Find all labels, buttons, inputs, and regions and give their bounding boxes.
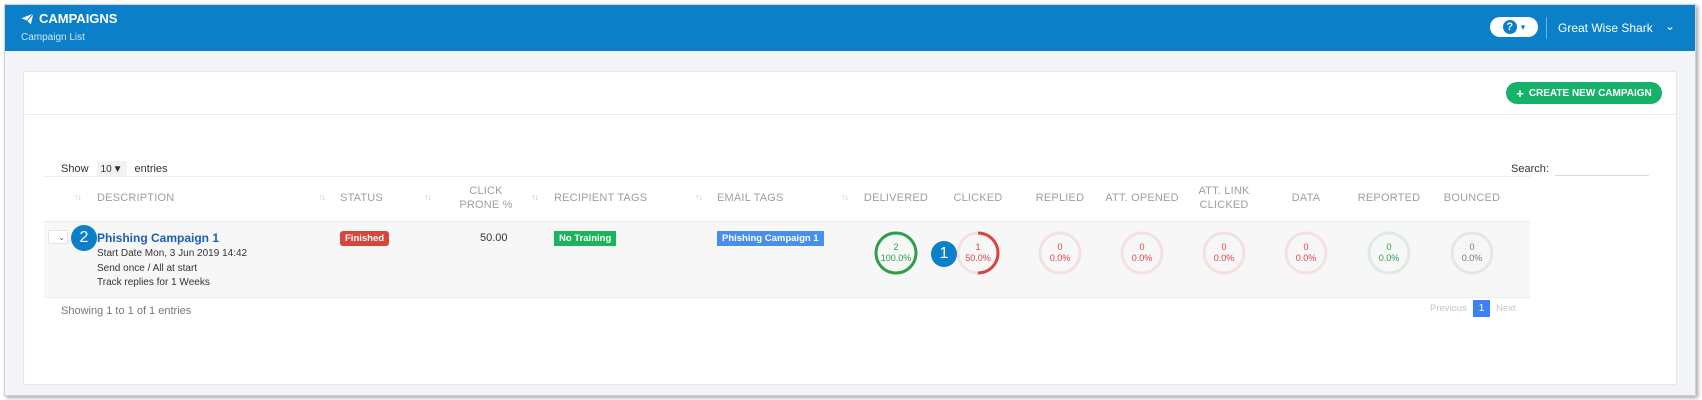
page-1-button[interactable]: 1 — [1472, 300, 1490, 317]
bounced-count: 0 — [1469, 242, 1475, 252]
bounced-percent: 0.0% — [1461, 253, 1483, 263]
search-label: Search: — [1511, 162, 1549, 175]
col-att-opened[interactable]: ATT. OPENED — [1102, 176, 1182, 220]
reported-ring: 0 0.0% — [1367, 231, 1411, 275]
delivered-percent: 100.0% — [880, 253, 912, 263]
create-campaign-label: CREATE NEW CAMPAIGN — [1528, 87, 1652, 99]
att-link-clicked-ring-label: 0 0.0% — [1202, 231, 1246, 275]
delivered-ring-label: 2 100.0% — [874, 231, 918, 275]
col-reported[interactable]: REPORTED — [1349, 176, 1429, 220]
page-title-row: CAMPAIGNS — [21, 11, 117, 26]
sort-icon[interactable]: ↑↓ — [74, 192, 82, 202]
replied-ring: 0 0.0% — [1038, 231, 1082, 275]
chevron-down-icon: ▾ — [1520, 21, 1526, 32]
sort-icon[interactable]: ↑↓ — [695, 192, 703, 202]
recipient-tag: No Training — [554, 231, 617, 246]
page-title: CAMPAIGNS — [39, 11, 118, 26]
header-divider — [1546, 17, 1547, 39]
reported-ring-label: 0 0.0% — [1367, 231, 1411, 275]
pagination: Previous 1 Next — [1430, 300, 1516, 317]
table-info: Showing 1 to 1 of 1 entries — [61, 305, 192, 317]
col-status[interactable]: STATUS — [340, 176, 383, 220]
entries-select[interactable]: 10 ▼ — [96, 161, 127, 177]
campaign-send-mode: Send once / All at start — [97, 263, 198, 274]
sort-icon[interactable]: ↑↓ — [531, 192, 539, 202]
user-menu[interactable]: Great Wise Shark — [1558, 21, 1653, 35]
select-caret-icon: ▼ — [112, 163, 123, 175]
top-bar: CAMPAIGNS Campaign List ? ▾ Great Wise S… — [5, 5, 1695, 51]
att-opened-ring-label: 0 0.0% — [1120, 231, 1164, 275]
campaign-tracking: Track replies for 1 Weeks — [97, 277, 210, 288]
col-click-prone[interactable]: CLICK PRONE % — [449, 176, 523, 220]
row-expand-toggle[interactable]: ⌄ — [48, 230, 68, 244]
col-data[interactable]: DATA — [1271, 176, 1341, 220]
col-clicked[interactable]: CLICKED — [943, 176, 1013, 220]
att-opened-percent: 0.0% — [1131, 253, 1153, 263]
campaign-name-link[interactable]: Phishing Campaign 1 — [97, 231, 219, 245]
clicked-count: 1 — [975, 242, 981, 252]
col-recipient-tags[interactable]: RECIPIENT TAGS — [554, 176, 647, 220]
data-percent: 0.0% — [1295, 253, 1317, 263]
previous-page-button[interactable]: Previous — [1430, 303, 1467, 314]
create-campaign-button[interactable]: + CREATE NEW CAMPAIGN — [1506, 82, 1662, 104]
breadcrumb: Campaign List — [21, 32, 85, 43]
reported-percent: 0.0% — [1378, 253, 1400, 263]
brand: CAMPAIGNS Campaign List — [21, 11, 117, 43]
entries-label: entries — [134, 163, 168, 175]
reported-count: 0 — [1386, 242, 1392, 252]
att-opened-count: 0 — [1139, 242, 1145, 252]
plus-icon: + — [1516, 85, 1524, 101]
att-link-clicked-ring: 0 0.0% — [1202, 231, 1246, 275]
replied-ring-label: 0 0.0% — [1038, 231, 1082, 275]
user-menu-chevron-icon[interactable]: ⌄ — [1665, 19, 1675, 33]
delivered-count: 2 — [893, 242, 899, 252]
att-opened-ring: 0 0.0% — [1120, 231, 1164, 275]
clicked-ring: 1 50.0% — [956, 231, 1000, 275]
data-count: 0 — [1303, 242, 1309, 252]
col-delivered[interactable]: DELIVERED — [861, 176, 931, 220]
callout-badge-1: 1 — [931, 241, 957, 267]
campaigns-card: + CREATE NEW CAMPAIGN Show 10 ▼ entries … — [23, 71, 1677, 385]
status-badge: Finished — [340, 231, 390, 246]
bounced-ring-label: 0 0.0% — [1450, 231, 1494, 275]
col-email-tags[interactable]: EMAIL TAGS — [717, 176, 784, 220]
col-description[interactable]: DESCRIPTION — [97, 176, 174, 220]
data-ring-label: 0 0.0% — [1284, 231, 1328, 275]
clicked-percent: 50.0% — [965, 253, 991, 263]
help-button[interactable]: ? ▾ — [1490, 17, 1538, 37]
search-input[interactable] — [1554, 161, 1649, 176]
campaign-start-date: Start Date Mon, 3 Jun 2019 14:42 — [97, 248, 248, 259]
bounced-ring: 0 0.0% — [1450, 231, 1494, 275]
col-bounced[interactable]: BOUNCED — [1432, 176, 1512, 220]
table-row: ⌄ 2 Phishing Campaign 1 Start Date Mon, … — [44, 221, 1530, 298]
sort-icon[interactable]: ↑↓ — [318, 192, 326, 202]
entries-control: Show 10 ▼ entries — [61, 161, 168, 177]
card-divider — [24, 114, 1676, 115]
email-tag: Phishing Campaign 1 — [717, 231, 824, 246]
callout-badge-2: 2 — [71, 225, 97, 251]
search-control: Search: — [1511, 161, 1649, 176]
click-prone-value: 50.00 — [480, 232, 508, 244]
show-label: Show — [61, 163, 89, 175]
col-replied[interactable]: REPLIED — [1025, 176, 1095, 220]
att-link-clicked-percent: 0.0% — [1213, 253, 1235, 263]
delivered-ring: 2 100.0% — [874, 231, 918, 275]
entries-select-value: 10 — [100, 163, 112, 175]
sort-icon[interactable]: ↑↓ — [424, 192, 432, 202]
clicked-ring-label: 1 50.0% — [956, 231, 1000, 275]
replied-count: 0 — [1057, 242, 1063, 252]
paper-plane-icon — [21, 12, 34, 24]
next-page-button[interactable]: Next — [1496, 303, 1516, 314]
sort-icon[interactable]: ↑↓ — [841, 192, 849, 202]
help-icon: ? — [1502, 20, 1517, 34]
col-att-link-clicked[interactable]: ATT. LINK CLICKED — [1189, 176, 1259, 220]
replied-percent: 0.0% — [1049, 253, 1071, 263]
att-link-clicked-count: 0 — [1221, 242, 1227, 252]
app-window: CAMPAIGNS Campaign List ? ▾ Great Wise S… — [4, 4, 1696, 396]
data-ring: 0 0.0% — [1284, 231, 1328, 275]
